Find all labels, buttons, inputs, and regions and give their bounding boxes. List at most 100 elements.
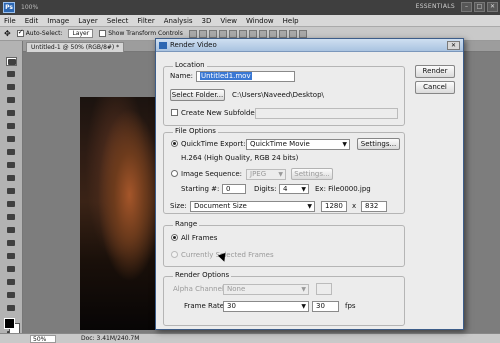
document-size-info: Doc: 3.41M/240.7M [81, 335, 140, 342]
distribute-left-icon[interactable] [278, 29, 287, 38]
foreground-color-swatch[interactable] [4, 318, 15, 329]
eraser-tool-icon[interactable] [6, 187, 17, 196]
menu-help[interactable]: Help [283, 17, 299, 25]
quicktime-export-label: QuickTime Export: [181, 140, 246, 148]
auto-select-dropdown[interactable]: Layer [68, 29, 94, 38]
codec-info: H.264 (High Quality, RGB 24 bits) [181, 154, 299, 162]
move-tool-icon[interactable] [6, 57, 17, 66]
image-sequence-radio[interactable] [171, 170, 178, 177]
distribute-middle-icon[interactable] [258, 29, 267, 38]
gradient-tool-icon[interactable] [6, 200, 17, 209]
folder-path: C:\Users\Naveed\Desktop\ [232, 91, 324, 99]
quicktime-format-value: QuickTime Movie [250, 140, 310, 148]
close-button[interactable]: ✕ [487, 2, 498, 12]
menu-layer[interactable]: Layer [78, 17, 98, 25]
all-frames-radio[interactable] [171, 234, 178, 241]
menu-image[interactable]: Image [47, 17, 69, 25]
frame-rate-select[interactable]: 30 ▼ [223, 301, 309, 312]
quicktime-export-radio[interactable] [171, 140, 178, 147]
quicktime-format-select[interactable]: QuickTime Movie ▼ [246, 139, 350, 150]
align-left-icon[interactable] [218, 29, 227, 38]
dialog-close-button[interactable]: ✕ [447, 41, 460, 50]
clone-stamp-tool-icon[interactable] [6, 161, 17, 170]
3d-rotate-tool-icon[interactable] [6, 291, 17, 300]
3d-orbit-tool-icon[interactable] [6, 304, 17, 313]
alpha-channel-select[interactable]: None ▼ [223, 284, 309, 295]
height-input[interactable]: 832 [361, 201, 387, 212]
quicktime-settings-button[interactable]: Settings... [357, 138, 400, 150]
menu-edit[interactable]: Edit [25, 17, 39, 25]
dialog-title-bar[interactable]: Render Video ✕ [156, 39, 463, 52]
transform-controls-checkbox[interactable]: Show Transform Controls [99, 30, 183, 37]
check-icon [16, 28, 24, 37]
zoom-field[interactable]: 50% [30, 334, 56, 343]
workspace-switcher[interactable]: ESSENTIALS [416, 3, 455, 10]
blur-tool-icon[interactable] [6, 213, 17, 222]
photoshop-logo: Ps [3, 2, 15, 13]
starting-number-input[interactable]: 0 [222, 184, 246, 194]
distribute-bottom-icon[interactable] [268, 29, 277, 38]
digits-select[interactable]: 4 ▼ [279, 184, 309, 194]
window-controls: – □ ✕ [461, 2, 498, 12]
align-center-icon[interactable] [228, 29, 237, 38]
minimize-button[interactable]: – [461, 2, 472, 12]
healing-brush-tool-icon[interactable] [6, 135, 17, 144]
document-tab[interactable]: Untitled-1 @ 50% (RGB/8#) * [26, 42, 125, 52]
type-tool-icon[interactable] [6, 252, 17, 261]
image-sequence-settings-button[interactable]: Settings... [291, 168, 333, 180]
auto-select-label: Auto-Select: [25, 30, 63, 37]
cancel-button[interactable]: Cancel [415, 81, 455, 94]
chevron-down-icon: ▼ [342, 141, 347, 148]
image-sequence-format-select[interactable]: JPEG ▼ [246, 169, 286, 180]
range-group [163, 225, 405, 267]
history-brush-tool-icon[interactable] [6, 174, 17, 183]
size-select[interactable]: Document Size ▼ [190, 201, 315, 212]
quick-selection-tool-icon[interactable] [6, 96, 17, 105]
status-bar: 50% Doc: 3.41M/240.7M [0, 333, 500, 343]
eyedropper-tool-icon[interactable] [6, 122, 17, 131]
menu-file[interactable]: File [4, 17, 16, 25]
move-tool-icon[interactable]: ✥ [4, 29, 11, 38]
create-subfolder-checkbox[interactable] [171, 109, 178, 116]
alpha-color-swatch[interactable] [316, 283, 332, 295]
selected-frames-radio[interactable] [171, 251, 178, 258]
frame-rate-value: 30 [227, 302, 236, 310]
render-button[interactable]: Render [415, 65, 455, 78]
distribute-center-icon[interactable] [288, 29, 297, 38]
subfolder-input[interactable] [255, 108, 398, 119]
lasso-tool-icon[interactable] [6, 83, 17, 92]
align-top-icon[interactable] [188, 29, 197, 38]
zoom-level-menu[interactable]: 100% [21, 4, 38, 11]
menu-view[interactable]: View [220, 17, 237, 25]
marquee-tool-icon[interactable] [6, 70, 17, 79]
brush-tool-icon[interactable] [6, 148, 17, 157]
distribute-top-icon[interactable] [248, 29, 257, 38]
auto-select-checkbox[interactable]: Auto-Select: [16, 28, 63, 37]
menu-3d[interactable]: 3D [202, 17, 212, 25]
name-input[interactable]: Untitled1.mov [196, 71, 295, 82]
dodge-tool-icon[interactable] [6, 226, 17, 235]
pen-tool-icon[interactable] [6, 239, 17, 248]
fps-input[interactable]: 30 [312, 301, 339, 312]
range-group-label: Range [173, 220, 200, 228]
menu-analysis[interactable]: Analysis [164, 17, 193, 25]
all-frames-label: All Frames [181, 234, 218, 242]
fps-label: fps [345, 302, 356, 310]
maximize-button[interactable]: □ [474, 2, 485, 12]
width-input[interactable]: 1280 [321, 201, 347, 212]
transform-controls-label: Show Transform Controls [108, 30, 183, 37]
application-bar: Ps 100% ESSENTIALS – □ ✕ [0, 0, 500, 15]
menu-window[interactable]: Window [246, 17, 274, 25]
shape-tool-icon[interactable] [6, 278, 17, 287]
menu-select[interactable]: Select [107, 17, 129, 25]
distribute-right-icon[interactable] [298, 29, 307, 38]
align-right-icon[interactable] [238, 29, 247, 38]
align-middle-icon[interactable] [198, 29, 207, 38]
select-folder-button[interactable]: Select Folder... [170, 89, 225, 101]
digits-label: Digits: [254, 185, 277, 193]
crop-tool-icon[interactable] [6, 109, 17, 118]
path-selection-tool-icon[interactable] [6, 265, 17, 274]
menu-filter[interactable]: Filter [137, 17, 154, 25]
align-bottom-icon[interactable] [208, 29, 217, 38]
tools-panel [0, 41, 23, 337]
